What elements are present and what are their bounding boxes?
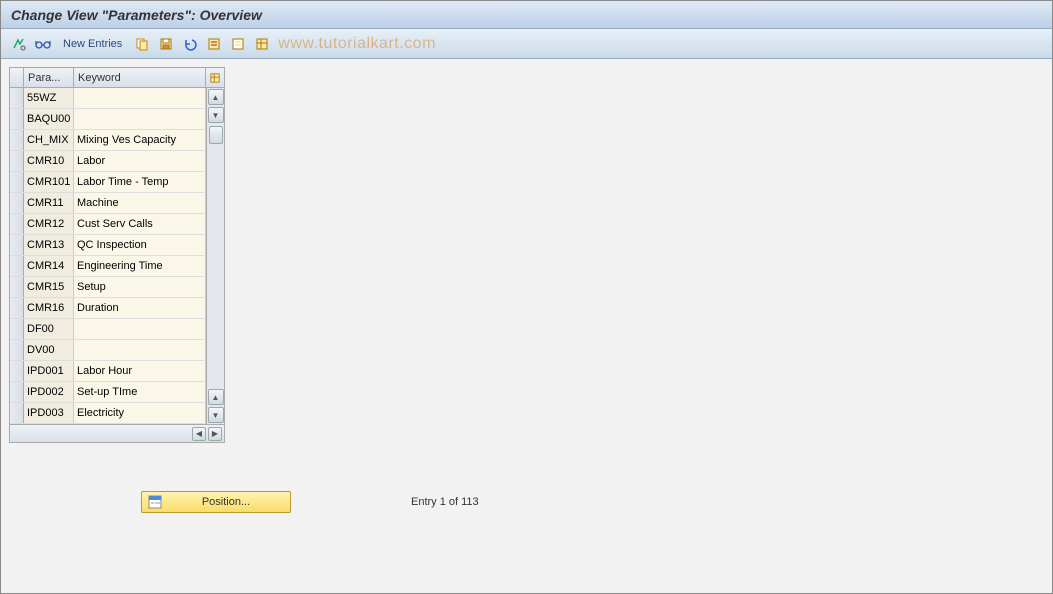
save-icon[interactable] [156, 34, 176, 54]
table-row: CMR12Cust Serv Calls [10, 214, 206, 235]
cell-para[interactable]: IPD003 [24, 403, 74, 423]
table-row: DF00 [10, 319, 206, 340]
table-row: CMR13QC Inspection [10, 235, 206, 256]
table-row: CMR14Engineering Time [10, 256, 206, 277]
table-row: IPD002Set-up TIme [10, 382, 206, 403]
row-selector[interactable] [10, 319, 24, 339]
copy-icon[interactable] [132, 34, 152, 54]
scroll-up-button-2[interactable]: ▲ [208, 389, 224, 405]
table-header: Para... Keyword [10, 68, 224, 88]
column-header-para[interactable]: Para... [24, 68, 74, 87]
cell-para[interactable]: DV00 [24, 340, 74, 360]
parameters-table: Para... Keyword 55WZBAQU00CH_MIXMixing V… [9, 67, 225, 443]
table-row: IPD001Labor Hour [10, 361, 206, 382]
cell-para[interactable]: BAQU00 [24, 109, 74, 129]
scroll-down-button-2[interactable]: ▼ [208, 407, 224, 423]
cell-keyword[interactable] [74, 109, 206, 129]
table-row: BAQU00 [10, 109, 206, 130]
page-title: Change View "Parameters": Overview [11, 7, 262, 23]
content-area: Para... Keyword 55WZBAQU00CH_MIXMixing V… [1, 59, 1052, 451]
cell-para[interactable]: CMR12 [24, 214, 74, 234]
cell-keyword[interactable]: Labor Time - Temp [74, 172, 206, 192]
scroll-down-button[interactable]: ▼ [208, 107, 224, 123]
row-selector[interactable] [10, 214, 24, 234]
table-row: CMR16Duration [10, 298, 206, 319]
cell-para[interactable]: CMR16 [24, 298, 74, 318]
cell-para[interactable]: CMR13 [24, 235, 74, 255]
column-header-keyword[interactable]: Keyword [74, 68, 206, 87]
cell-para[interactable]: CH_MIX [24, 130, 74, 150]
position-button[interactable]: Position... [141, 491, 291, 513]
row-selector[interactable] [10, 130, 24, 150]
cell-keyword[interactable]: Labor [74, 151, 206, 171]
cell-para[interactable]: CMR11 [24, 193, 74, 213]
row-selector[interactable] [10, 403, 24, 423]
title-bar: Change View "Parameters": Overview [1, 1, 1052, 29]
cell-para[interactable]: IPD001 [24, 361, 74, 381]
cell-keyword[interactable]: QC Inspection [74, 235, 206, 255]
toggle-display-icon[interactable] [9, 34, 29, 54]
cell-keyword[interactable]: Machine [74, 193, 206, 213]
cell-keyword[interactable]: Engineering Time [74, 256, 206, 276]
row-selector[interactable] [10, 361, 24, 381]
cell-keyword[interactable]: Labor Hour [74, 361, 206, 381]
table-row: IPD003Electricity [10, 403, 206, 424]
table-row: CMR10Labor [10, 151, 206, 172]
cell-keyword[interactable]: Mixing Ves Capacity [74, 130, 206, 150]
row-selector[interactable] [10, 109, 24, 129]
cell-keyword[interactable]: Duration [74, 298, 206, 318]
table-config-icon[interactable] [206, 68, 224, 87]
row-selector[interactable] [10, 151, 24, 171]
toolbar: New Entries www.tutorialkart.com [1, 29, 1052, 59]
table-body: 55WZBAQU00CH_MIXMixing Ves CapacityCMR10… [10, 88, 206, 424]
position-icon [148, 495, 162, 509]
cell-para[interactable]: CMR101 [24, 172, 74, 192]
glasses-icon[interactable] [33, 34, 53, 54]
row-selector[interactable] [10, 340, 24, 360]
row-selector[interactable] [10, 88, 24, 108]
row-selector[interactable] [10, 382, 24, 402]
cell-para[interactable]: CMR15 [24, 277, 74, 297]
bottom-bar: Position... Entry 1 of 113 [1, 491, 1052, 513]
table-settings-icon[interactable] [252, 34, 272, 54]
row-selector[interactable] [10, 172, 24, 192]
vertical-scrollbar[interactable]: ▲ ▼ ▲ ▼ [206, 88, 224, 424]
scroll-right-button[interactable]: ▶ [208, 427, 222, 441]
table-row: CH_MIXMixing Ves Capacity [10, 130, 206, 151]
cell-keyword[interactable]: Electricity [74, 403, 206, 423]
cell-para[interactable]: IPD002 [24, 382, 74, 402]
select-all-column[interactable] [10, 68, 24, 87]
table-row: CMR11Machine [10, 193, 206, 214]
undo-icon[interactable] [180, 34, 200, 54]
select-all-icon[interactable] [204, 34, 224, 54]
row-selector[interactable] [10, 193, 24, 213]
cell-keyword[interactable] [74, 340, 206, 360]
row-selector[interactable] [10, 256, 24, 276]
scroll-thumb[interactable] [209, 126, 223, 144]
cell-keyword[interactable] [74, 319, 206, 339]
table-row: CMR15Setup [10, 277, 206, 298]
entry-status: Entry 1 of 113 [411, 496, 479, 508]
cell-para[interactable]: CMR10 [24, 151, 74, 171]
watermark-text: www.tutorialkart.com [278, 35, 436, 53]
table-row: DV00 [10, 340, 206, 361]
table-footer: ◀ ▶ [10, 424, 224, 442]
cell-para[interactable]: DF00 [24, 319, 74, 339]
table-row: 55WZ [10, 88, 206, 109]
position-button-label: Position... [168, 496, 284, 508]
new-entries-link[interactable]: New Entries [63, 38, 122, 50]
row-selector[interactable] [10, 235, 24, 255]
cell-para[interactable]: CMR14 [24, 256, 74, 276]
row-selector[interactable] [10, 298, 24, 318]
cell-para[interactable]: 55WZ [24, 88, 74, 108]
cell-keyword[interactable]: Setup [74, 277, 206, 297]
deselect-all-icon[interactable] [228, 34, 248, 54]
scroll-up-button[interactable]: ▲ [208, 89, 224, 105]
row-selector[interactable] [10, 277, 24, 297]
table-row: CMR101Labor Time - Temp [10, 172, 206, 193]
cell-keyword[interactable]: Set-up TIme [74, 382, 206, 402]
cell-keyword[interactable] [74, 88, 206, 108]
scroll-left-button[interactable]: ◀ [192, 427, 206, 441]
cell-keyword[interactable]: Cust Serv Calls [74, 214, 206, 234]
